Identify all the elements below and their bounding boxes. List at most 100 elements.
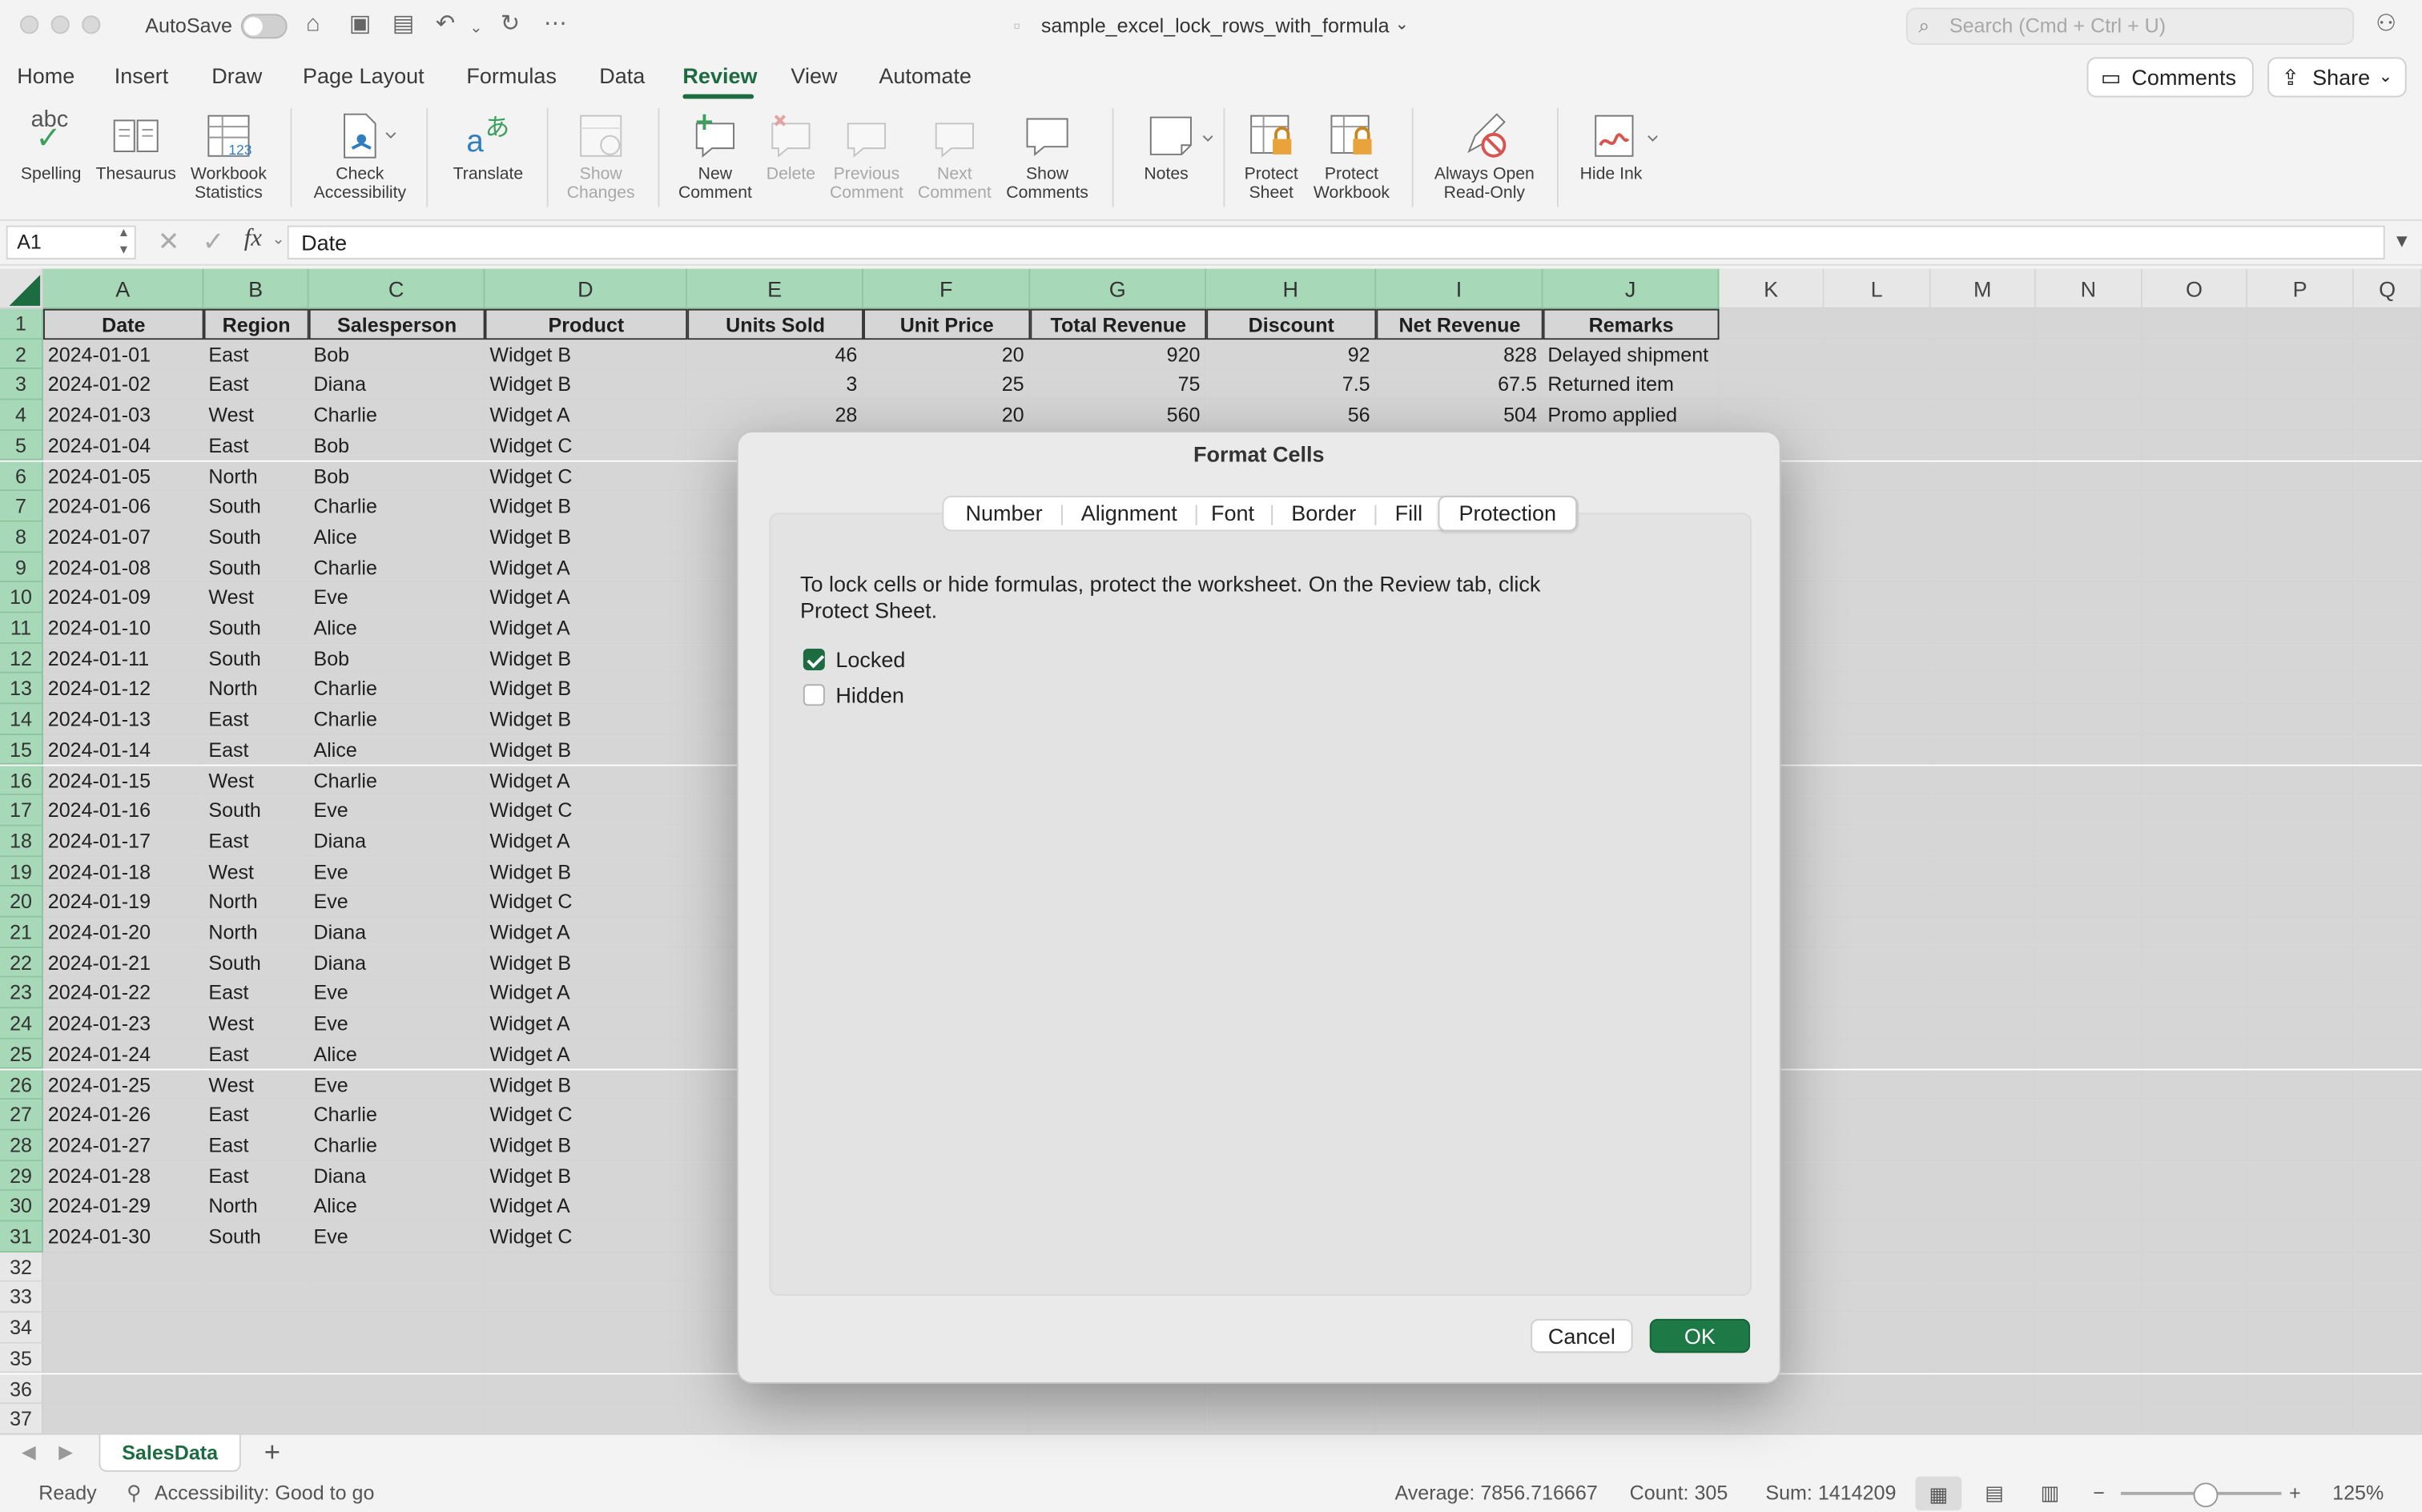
empty-cell[interactable] xyxy=(2035,1221,2142,1253)
empty-cell[interactable] xyxy=(2142,887,2248,918)
empty-cell[interactable] xyxy=(1824,917,1931,948)
table-cell[interactable]: Alice xyxy=(308,613,485,644)
always-open-read-only-button[interactable]: Always Open Read-Only xyxy=(1424,102,1544,203)
table-cell[interactable]: 2024-01-21 xyxy=(42,947,204,979)
empty-cell[interactable] xyxy=(308,1343,485,1374)
empty-cell[interactable] xyxy=(2247,1343,2355,1374)
row-header[interactable]: 24 xyxy=(0,1008,43,1040)
empty-cell[interactable] xyxy=(1824,734,1931,766)
protect-sheet-button[interactable]: Protect Sheet xyxy=(1233,102,1310,203)
empty-cell[interactable] xyxy=(1824,491,1931,522)
empty-cell[interactable] xyxy=(308,1252,485,1283)
table-cell[interactable]: 2024-01-17 xyxy=(42,826,204,857)
column-header-l[interactable]: L xyxy=(1824,268,1931,309)
column-header-p[interactable]: P xyxy=(2247,268,2355,309)
row-header[interactable]: 12 xyxy=(0,643,43,674)
table-cell[interactable]: 46 xyxy=(687,339,864,370)
empty-cell[interactable] xyxy=(2354,552,2422,583)
table-cell[interactable]: Widget B xyxy=(485,734,688,766)
table-cell[interactable]: Diana xyxy=(308,826,485,857)
empty-cell[interactable] xyxy=(1824,339,1931,370)
redo-icon[interactable]: ↻ xyxy=(501,10,520,38)
empty-cell[interactable] xyxy=(2354,582,2422,613)
name-box[interactable]: A1 ▲ ▼ xyxy=(6,225,136,259)
empty-cell[interactable] xyxy=(2142,1343,2248,1374)
tab-number[interactable]: Number xyxy=(953,497,1055,529)
empty-cell[interactable] xyxy=(1930,1039,2036,1070)
table-cell[interactable]: East xyxy=(203,1039,309,1070)
empty-cell[interactable] xyxy=(1824,1373,1931,1405)
empty-cell[interactable] xyxy=(1930,1404,2036,1434)
empty-cell[interactable] xyxy=(1824,1252,1931,1283)
table-cell[interactable]: 2024-01-06 xyxy=(42,491,204,522)
row-header[interactable]: 21 xyxy=(0,917,43,948)
empty-cell[interactable] xyxy=(308,1282,485,1313)
empty-cell[interactable] xyxy=(203,1373,309,1405)
table-cell[interactable]: Charlie xyxy=(308,400,485,431)
table-cell[interactable]: Widget A xyxy=(485,765,688,796)
table-cell[interactable]: Widget A xyxy=(485,1008,688,1040)
empty-cell[interactable] xyxy=(2142,339,2248,370)
table-cell[interactable]: West xyxy=(203,582,309,613)
empty-cell[interactable] xyxy=(1824,1221,1931,1253)
table-cell[interactable]: Alice xyxy=(308,521,485,553)
column-header-a[interactable]: A xyxy=(42,268,204,309)
save-icon[interactable]: ▣ xyxy=(349,10,371,38)
table-cell[interactable]: West xyxy=(203,856,309,887)
table-cell[interactable]: East xyxy=(203,1160,309,1192)
empty-cell[interactable] xyxy=(2035,1191,2142,1222)
empty-cell[interactable] xyxy=(2142,917,2248,948)
empty-cell[interactable] xyxy=(2035,552,2142,583)
empty-cell[interactable] xyxy=(485,1373,688,1405)
empty-cell[interactable] xyxy=(1824,1282,1931,1313)
empty-cell[interactable] xyxy=(1930,795,2036,826)
table-cell[interactable]: East xyxy=(203,704,309,735)
table-cell[interactable]: 20 xyxy=(863,400,1031,431)
table-cell[interactable]: South xyxy=(203,795,309,826)
table-cell[interactable]: Widget B xyxy=(485,339,688,370)
table-cell[interactable]: Widget C xyxy=(485,795,688,826)
page-break-view-icon[interactable]: ▥ xyxy=(2041,1475,2060,1512)
empty-cell[interactable] xyxy=(2247,1252,2355,1283)
empty-cell[interactable] xyxy=(2142,1039,2248,1070)
empty-cell[interactable] xyxy=(2035,1069,2142,1100)
table-cell[interactable]: South xyxy=(203,491,309,522)
empty-cell[interactable] xyxy=(2354,704,2422,735)
table-cell[interactable]: East xyxy=(203,339,309,370)
empty-cell[interactable] xyxy=(1930,765,2036,796)
empty-cell[interactable] xyxy=(2247,978,2355,1009)
table-cell[interactable]: 920 xyxy=(1030,339,1207,370)
empty-cell[interactable] xyxy=(2142,674,2248,705)
new-comment-button[interactable]: New Comment xyxy=(670,102,760,203)
ok-button[interactable]: OK xyxy=(1649,1318,1751,1353)
empty-cell[interactable] xyxy=(2142,1160,2248,1192)
row-header[interactable]: 5 xyxy=(0,430,43,461)
column-header-g[interactable]: G xyxy=(1030,268,1207,309)
table-cell[interactable]: 2024-01-09 xyxy=(42,582,204,613)
cancel-button[interactable]: Cancel xyxy=(1531,1318,1633,1353)
status-accessibility[interactable]: Accessibility: Good to go xyxy=(155,1475,375,1512)
tab-home[interactable]: Home xyxy=(17,62,74,90)
row-header[interactable]: 2 xyxy=(0,339,43,370)
tab-draw[interactable]: Draw xyxy=(211,62,262,90)
table-cell[interactable]: East xyxy=(203,826,309,857)
table-cell[interactable]: 2024-01-02 xyxy=(42,369,204,400)
empty-cell[interactable] xyxy=(1930,582,2036,613)
empty-cell[interactable] xyxy=(2354,1282,2422,1313)
spelling-button[interactable]: abc ✓ Spelling xyxy=(12,102,89,183)
empty-cell[interactable] xyxy=(308,1313,485,1344)
empty-cell[interactable] xyxy=(42,1252,204,1283)
table-cell[interactable]: 2024-01-24 xyxy=(42,1039,204,1070)
row-header[interactable]: 37 xyxy=(0,1404,43,1434)
empty-cell[interactable] xyxy=(1719,308,1825,340)
empty-cell[interactable] xyxy=(1824,1039,1931,1070)
empty-cell[interactable] xyxy=(1930,643,2036,674)
search-input[interactable]: ⌕ Search (Cmd + Ctrl + U) xyxy=(1905,7,2355,45)
empty-cell[interactable] xyxy=(2247,826,2355,857)
empty-cell[interactable] xyxy=(2247,947,2355,979)
empty-cell[interactable] xyxy=(2035,1282,2142,1313)
empty-cell[interactable] xyxy=(2142,582,2248,613)
empty-cell[interactable] xyxy=(2142,491,2248,522)
table-cell[interactable]: 2024-01-22 xyxy=(42,978,204,1009)
translate-button[interactable]: aあ Translate xyxy=(442,102,535,184)
